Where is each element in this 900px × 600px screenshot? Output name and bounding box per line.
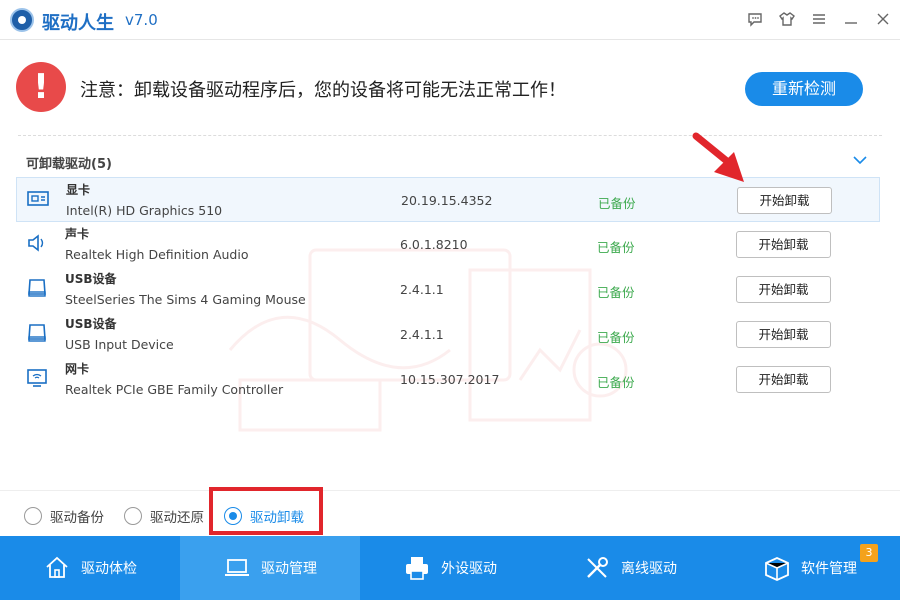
nav-label: 驱动体检	[81, 561, 137, 577]
backup-status: 已备份	[597, 285, 635, 300]
driver-category: 网卡	[65, 362, 90, 376]
driver-row[interactable]: 声卡 Realtek High Definition Audio 6.0.1.8…	[16, 222, 880, 267]
window-controls	[746, 10, 892, 28]
backup-status: 已备份	[598, 196, 636, 211]
gpu-icon	[27, 191, 49, 206]
driver-row[interactable]: USB设备 USB Input Device 2.4.1.1 已备份 开始卸载	[16, 312, 880, 357]
warning-icon: !	[16, 62, 66, 112]
printer-icon	[406, 557, 428, 580]
driver-category: USB设备	[65, 272, 117, 286]
driver-name: Realtek PCIe GBE Family Controller	[65, 382, 284, 397]
nav-offline-driver[interactable]: 离线驱动	[540, 536, 720, 600]
feedback-icon[interactable]	[746, 10, 764, 28]
driver-row[interactable]: 网卡 Realtek PCIe GBE Family Controller 10…	[16, 357, 880, 402]
collapse-chevron-icon[interactable]	[852, 152, 868, 168]
radio-backup[interactable]: 驱动备份	[24, 506, 104, 526]
radio-circle[interactable]	[24, 507, 42, 525]
skin-icon[interactable]	[778, 10, 796, 28]
driver-category: 声卡	[65, 227, 90, 241]
usb-device-icon	[28, 279, 46, 297]
driver-list: 显卡 Intel(R) HD Graphics 510 20.19.15.435…	[16, 177, 880, 402]
backup-status: 已备份	[597, 375, 635, 390]
radio-label: 驱动还原	[150, 510, 204, 526]
driver-version: 2.4.1.1	[400, 282, 444, 297]
menu-icon[interactable]	[810, 10, 828, 28]
nav-label: 驱动管理	[261, 561, 317, 577]
mode-radio-group: 驱动备份 驱动还原 驱动卸载	[0, 490, 900, 536]
annotation-highlight-box	[209, 487, 323, 535]
driver-row[interactable]: USB设备 SteelSeries The Sims 4 Gaming Mous…	[16, 267, 880, 312]
laptop-icon	[225, 559, 249, 576]
app-title: 驱动人生	[42, 13, 114, 34]
uninstall-button[interactable]: 开始卸载	[736, 276, 831, 303]
app-logo-icon	[10, 8, 34, 32]
nav-software-manage[interactable]: 软件管理 3	[720, 536, 900, 600]
driver-version: 2.4.1.1	[400, 327, 444, 342]
home-icon	[46, 556, 68, 578]
uninstall-button[interactable]: 开始卸载	[736, 231, 831, 258]
section-title: 可卸载驱动(5)	[26, 157, 112, 172]
app-version: v7.0	[125, 11, 158, 29]
update-count-badge: 3	[860, 544, 878, 562]
uninstall-button[interactable]: 开始卸载	[736, 366, 831, 393]
box-icon	[765, 557, 789, 581]
minimize-icon[interactable]	[842, 10, 860, 28]
network-card-icon	[27, 369, 47, 387]
nav-label: 外设驱动	[441, 561, 497, 577]
uninstall-warning-text: 注意：卸载设备驱动程序后，您的设备将可能无法正常工作！	[80, 80, 566, 101]
bottom-nav: 驱动体检 驱动管理 外设驱动 离线驱动 软件管理 3	[0, 536, 900, 600]
driver-name: USB Input Device	[65, 337, 174, 352]
driver-category: USB设备	[65, 317, 117, 331]
close-icon[interactable]	[874, 10, 892, 28]
driver-name: Intel(R) HD Graphics 510	[66, 203, 223, 218]
nav-label: 离线驱动	[621, 561, 677, 577]
nav-peripheral-driver[interactable]: 外设驱动	[360, 536, 540, 600]
driver-category: 显卡	[66, 183, 91, 197]
annotation-arrow-icon	[692, 132, 744, 182]
nav-driver-manage[interactable]: 驱动管理	[180, 536, 360, 600]
uninstall-button[interactable]: 开始卸载	[736, 321, 831, 348]
radio-circle[interactable]	[124, 507, 142, 525]
usb-device-icon	[28, 324, 46, 342]
driver-version: 6.0.1.8210	[400, 237, 468, 252]
driver-name: Realtek High Definition Audio	[65, 247, 249, 262]
tools-icon	[587, 557, 608, 578]
nav-label: 软件管理	[801, 561, 857, 577]
recheck-button[interactable]: 重新检测	[745, 72, 863, 106]
title-bar: 驱动人生 v7.0	[0, 0, 900, 40]
uninstall-button[interactable]: 开始卸载	[737, 187, 832, 214]
driver-name: SteelSeries The Sims 4 Gaming Mouse	[65, 292, 306, 307]
radio-label: 驱动备份	[50, 510, 104, 526]
backup-status: 已备份	[597, 240, 635, 255]
driver-version: 20.19.15.4352	[401, 193, 493, 208]
speaker-icon	[28, 234, 44, 252]
backup-status: 已备份	[597, 330, 635, 345]
radio-restore[interactable]: 驱动还原	[124, 506, 204, 526]
nav-driver-checkup[interactable]: 驱动体检	[0, 536, 180, 600]
driver-version: 10.15.307.2017	[400, 372, 500, 387]
